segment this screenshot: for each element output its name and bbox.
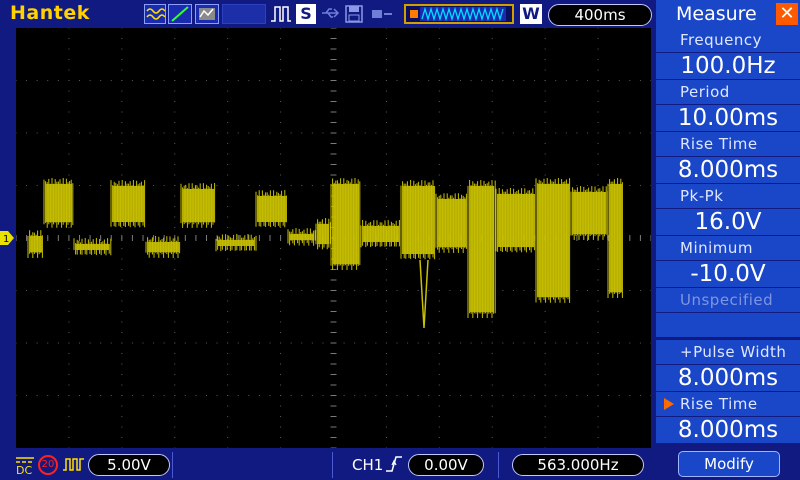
trigger-edge-icon[interactable] [384, 454, 404, 478]
measure-label-pulse-width[interactable]: +Pulse Width [656, 340, 800, 364]
divider [332, 452, 333, 478]
status-slot [222, 4, 266, 24]
ch1-trace [27, 178, 623, 329]
measure-value-pk-pk[interactable]: 16.0V [656, 209, 800, 235]
modify-button[interactable]: Modify [678, 451, 780, 477]
measure-value-unspecified[interactable] [656, 313, 800, 337]
trace-burst [318, 224, 329, 244]
measure-title-bar: Measure ✕ [656, 0, 800, 28]
measure-value-minimum[interactable]: -10.0V [656, 261, 800, 287]
waveform-display[interactable] [15, 27, 652, 449]
measure-label-rise-time[interactable]: Rise Time [656, 132, 800, 156]
trace-spike [419, 259, 429, 329]
trace-burst [498, 194, 534, 247]
measure-label-rise-time-2[interactable]: Rise Time [656, 392, 800, 416]
trace-burst [538, 184, 569, 297]
bandwidth-limit-icon: 20 [38, 455, 58, 475]
measure-label-pk-pk[interactable]: Pk-Pk [656, 184, 800, 208]
bottom-status-bar: DC 20 5.00V CH1 0.00V 563.000Hz [0, 448, 656, 480]
ch1-marker-icon[interactable]: 1 [0, 230, 14, 245]
svg-text:DC: DC [16, 464, 32, 476]
trace-burst [46, 184, 72, 222]
trigger-level-display[interactable]: 0.00V [408, 454, 484, 476]
trace-burst [113, 186, 144, 222]
measure-panel: Measure ✕ Frequency 100.0Hz Period 10.00… [656, 0, 800, 480]
trace-burst [30, 236, 42, 252]
trace-burst [148, 242, 179, 252]
frequency-counter: 563.000Hz [512, 454, 644, 476]
measure-label-unspecified[interactable]: Unspecified [656, 288, 800, 312]
usb-icon [320, 4, 342, 24]
close-icon[interactable]: ✕ [776, 3, 798, 25]
stop-icon[interactable] [370, 4, 394, 24]
measure-value-pulse-width[interactable]: 8.000ms [656, 365, 800, 391]
trace-burst [470, 186, 494, 312]
trace-burst [76, 244, 109, 250]
run-state-badge[interactable]: S [296, 4, 316, 24]
trace-burst [403, 186, 434, 254]
trace-burst [290, 234, 314, 240]
window-badge[interactable]: W [520, 4, 542, 24]
measure-value-rise-time[interactable]: 8.000ms [656, 157, 800, 183]
trace-burst [610, 184, 622, 292]
save-icon[interactable] [344, 4, 364, 24]
trace-burst [218, 240, 254, 246]
trigger-pulse-icon[interactable] [270, 4, 292, 24]
divider [498, 452, 499, 478]
dc-coupling-icon: DC [14, 454, 36, 477]
buffer-waveform-icon [404, 4, 514, 24]
measure-label-period[interactable]: Period [656, 80, 800, 104]
svg-text:1: 1 [3, 234, 9, 245]
trace-burst [438, 199, 466, 247]
timebase-display[interactable]: 400ms [548, 4, 652, 26]
volts-div-display[interactable]: 5.00V [88, 454, 170, 476]
waveform-mode-icon[interactable] [144, 4, 166, 24]
trace-burst [258, 196, 286, 222]
top-status-bar: Hantek S W 400ms [0, 0, 656, 28]
divider [172, 452, 173, 478]
measure-label-minimum[interactable]: Minimum [656, 236, 800, 260]
trace-burst [183, 189, 214, 222]
persistence-icon[interactable] [195, 4, 219, 24]
brand-logo: Hantek [10, 2, 90, 24]
measure-label-frequency[interactable]: Frequency [656, 28, 800, 52]
trace-burst [363, 226, 399, 242]
line-display-icon[interactable] [168, 4, 192, 24]
measure-value-rise-time-2[interactable]: 8.000ms [656, 417, 800, 443]
trigger-channel-label: CH1 [352, 456, 384, 474]
measure-value-period[interactable]: 10.00ms [656, 105, 800, 131]
probe-icon [62, 456, 86, 476]
selected-arrow-icon [664, 398, 674, 410]
measure-title: Measure [676, 3, 757, 25]
trace-burst [333, 184, 359, 264]
trace-burst [573, 192, 606, 234]
measure-value-frequency[interactable]: 100.0Hz [656, 53, 800, 79]
